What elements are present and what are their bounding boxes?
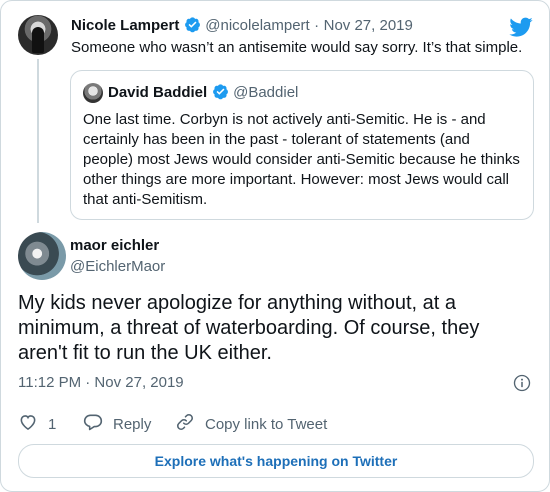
quoted-tweet-card[interactable]: David Baddiel @Baddiel One last time. Co… bbox=[70, 70, 534, 220]
parent-tweet-header: Nicole Lampert @nicolelampert · Nov 27, … bbox=[71, 16, 413, 39]
quoted-handle: @Baddiel bbox=[233, 84, 299, 101]
tweet-timestamp[interactable]: 11:12 PM · Nov 27, 2019 bbox=[18, 373, 184, 393]
tweet-embed-card: Nicole Lampert @nicolelampert · Nov 27, … bbox=[0, 0, 550, 492]
main-handle[interactable]: @EichlerMaor bbox=[70, 258, 165, 275]
avatar-parent[interactable] bbox=[18, 15, 58, 55]
thread-connector bbox=[37, 59, 39, 223]
quoted-tweet-header: David Baddiel @Baddiel bbox=[108, 82, 298, 107]
copy-link-button[interactable]: Copy link to Tweet bbox=[175, 413, 327, 435]
parent-handle[interactable]: @nicolelampert bbox=[205, 17, 309, 34]
reply-label: Reply bbox=[113, 415, 152, 433]
heart-icon bbox=[18, 412, 48, 436]
header-separator: · bbox=[314, 17, 320, 34]
explore-twitter-button[interactable]: Explore what's happening on Twitter bbox=[18, 444, 534, 478]
info-icon[interactable] bbox=[513, 374, 531, 392]
parent-tweet-text: Someone who wasn’t an antisemite would s… bbox=[71, 39, 523, 56]
verified-badge-icon bbox=[212, 83, 229, 107]
parent-date[interactable]: Nov 27, 2019 bbox=[324, 17, 413, 34]
quoted-tweet-text: One last time. Corbyn is not actively an… bbox=[83, 111, 520, 208]
avatar-main[interactable] bbox=[18, 232, 66, 280]
like-button[interactable]: 1 bbox=[18, 413, 56, 435]
quoted-display-name: David Baddiel bbox=[108, 84, 208, 101]
main-display-name[interactable]: maor eichler bbox=[70, 237, 159, 254]
like-count: 1 bbox=[48, 415, 57, 433]
main-tweet-text: My kids never apologize for anything wit… bbox=[18, 292, 480, 364]
copy-link-label: Copy link to Tweet bbox=[205, 415, 328, 433]
link-icon bbox=[175, 412, 205, 436]
parent-display-name[interactable]: Nicole Lampert bbox=[71, 17, 179, 34]
reply-button[interactable]: Reply bbox=[83, 413, 151, 435]
reply-icon bbox=[83, 412, 113, 436]
verified-badge-icon bbox=[184, 16, 201, 39]
twitter-bird-icon[interactable] bbox=[509, 15, 533, 39]
avatar-quoted bbox=[83, 83, 103, 103]
